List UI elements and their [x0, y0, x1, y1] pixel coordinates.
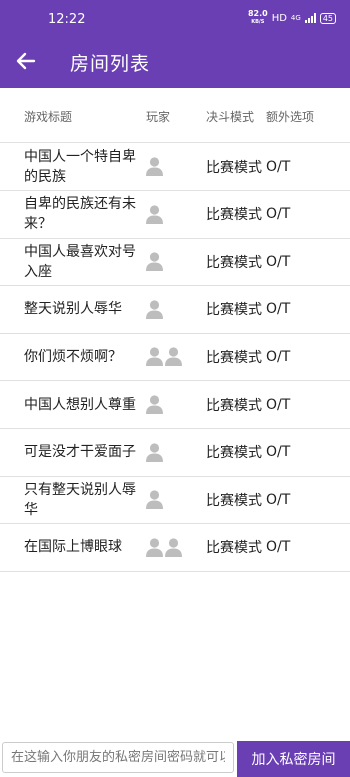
- header-title: 游戏标题: [24, 110, 73, 124]
- player-icons: [146, 476, 163, 523]
- player-icons: [146, 333, 182, 380]
- person-icon: [146, 490, 163, 510]
- room-extra: O/T: [266, 539, 291, 556]
- person-icon: [146, 204, 163, 224]
- page-title: 房间列表: [70, 53, 151, 75]
- room-extra: O/T: [266, 158, 291, 175]
- room-title: 整天说别人辱华: [24, 301, 122, 318]
- person-icon: [146, 252, 163, 272]
- room-mode: 比赛模式: [206, 159, 262, 176]
- room-title: 自卑的民族还有未来？: [24, 196, 136, 233]
- player-icons: [146, 238, 163, 285]
- table-row[interactable]: 整天说别人辱华 比赛模式 O/T: [0, 286, 350, 334]
- status-indicators: 82.0 KB/S HD 4G 45: [248, 10, 336, 26]
- header-extra: 额外选项: [266, 110, 315, 124]
- room-mode: 比赛模式: [206, 207, 262, 224]
- person-icon: [165, 347, 182, 367]
- room-title: 中国人一个特自卑的民族: [24, 148, 136, 185]
- person-icon: [146, 300, 163, 319]
- table-row[interactable]: 在国际上博眼球 比赛模式 O/T: [0, 524, 350, 572]
- hd-label: HD: [271, 12, 287, 24]
- status-bar: 12:22 82.0 KB/S HD 4G 45: [0, 0, 350, 34]
- room-mode: 比赛模式: [206, 492, 262, 509]
- signal-icon: [304, 13, 316, 23]
- player-icons: [146, 286, 163, 333]
- network-speed: 82.0 KB/S: [248, 10, 268, 26]
- room-title: 只有整天说别人辱华: [24, 481, 136, 518]
- player-icons: [146, 524, 182, 571]
- arrow-left-icon: [16, 52, 36, 70]
- back-button[interactable]: [12, 47, 40, 75]
- join-private-room-button[interactable]: 加入私密房间: [237, 741, 350, 777]
- room-mode: 比赛模式: [206, 397, 262, 414]
- room-extra: O/T: [266, 348, 291, 365]
- speed-unit: KB/S: [251, 19, 265, 25]
- app-bar: 房间列表: [0, 34, 350, 88]
- table-header: 游戏标题 玩家 决斗模式 额外选项: [0, 88, 350, 143]
- header-mode: 决斗模式: [206, 110, 255, 124]
- person-icon: [146, 347, 163, 367]
- table-row[interactable]: 中国人最喜欢对号入座 比赛模式 O/T: [0, 238, 350, 287]
- room-extra: O/T: [266, 253, 291, 270]
- room-extra: O/T: [266, 491, 291, 508]
- player-icons: [146, 143, 163, 190]
- person-icon: [146, 395, 163, 414]
- person-icon: [146, 442, 163, 462]
- table-row[interactable]: 中国人想别人尊重 比赛模式 O/T: [0, 381, 350, 429]
- room-extra: O/T: [266, 444, 291, 461]
- speed-value: 82.0: [247, 9, 268, 18]
- room-mode: 比赛模式: [206, 254, 262, 271]
- room-title: 中国人最喜欢对号入座: [24, 243, 136, 280]
- room-mode: 比赛模式: [206, 540, 262, 557]
- table-row[interactable]: 只有整天说别人辱华 比赛模式 O/T: [0, 476, 350, 525]
- private-room-password-input[interactable]: [2, 742, 234, 773]
- room-title: 你们烦不烦啊？: [24, 348, 122, 365]
- table-row[interactable]: 中国人一个特自卑的民族 比赛模式 O/T: [0, 143, 350, 191]
- person-icon: [146, 538, 163, 557]
- room-extra: O/T: [266, 301, 291, 318]
- room-mode: 比赛模式: [206, 302, 262, 319]
- player-icons: [146, 381, 163, 428]
- player-icons: [146, 191, 163, 238]
- battery-icon: 45: [319, 12, 336, 24]
- table-row[interactable]: 自卑的民族还有未来？ 比赛模式 O/T: [0, 191, 350, 239]
- room-extra: O/T: [266, 396, 291, 413]
- room-title: 在国际上博眼球: [24, 539, 122, 556]
- table-row[interactable]: 你们烦不烦啊？ 比赛模式 O/T: [0, 333, 350, 382]
- status-time: 12:22: [48, 12, 86, 27]
- bottom-bar: 加入私密房间: [0, 741, 350, 777]
- room-extra: O/T: [266, 206, 291, 223]
- room-title: 可是没才干爱面子: [24, 444, 136, 461]
- player-icons: [146, 429, 163, 476]
- person-icon: [165, 538, 182, 557]
- person-icon: [146, 157, 163, 176]
- battery-level: 45: [322, 13, 333, 23]
- room-title: 中国人想别人尊重: [24, 396, 136, 413]
- table-row[interactable]: 可是没才干爱面子 比赛模式 O/T: [0, 429, 350, 477]
- room-mode: 比赛模式: [206, 349, 262, 366]
- room-mode: 比赛模式: [206, 445, 262, 462]
- header-players: 玩家: [146, 110, 171, 124]
- signal-type: 4G: [290, 14, 301, 22]
